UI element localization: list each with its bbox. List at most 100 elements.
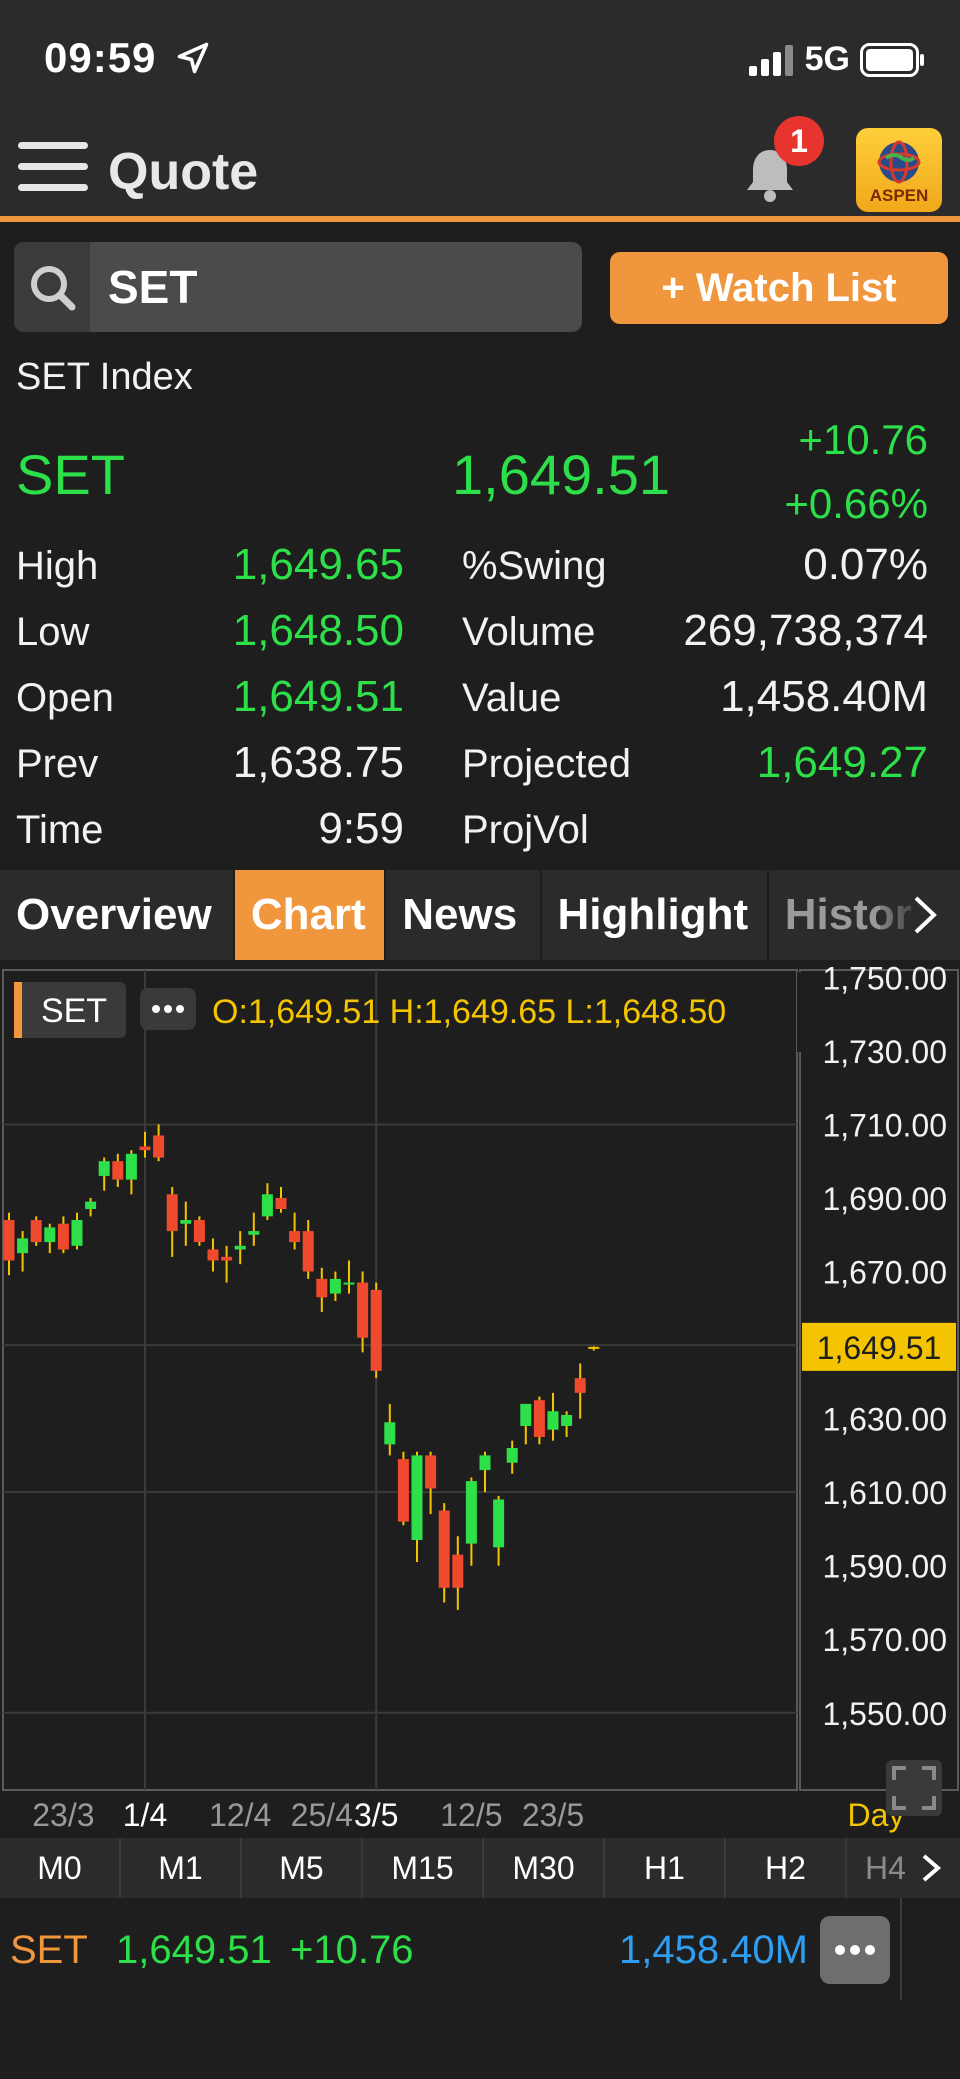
index-name: SET Index xyxy=(16,356,193,398)
search-input[interactable]: SET xyxy=(108,260,197,314)
stat-value: 269,738,374 xyxy=(683,606,928,655)
candle-body xyxy=(248,1231,260,1235)
x-tick-label: 12/4 xyxy=(209,1797,271,1833)
x-tick-label: 3/5 xyxy=(354,1797,398,1833)
search-icon xyxy=(31,266,76,311)
stat-label: %Swing xyxy=(462,544,607,588)
candle-body xyxy=(520,1403,532,1426)
tab-news[interactable]: News xyxy=(386,870,542,960)
candle-body xyxy=(452,1554,464,1588)
page-title: Quote xyxy=(108,143,259,201)
candlestick-chart[interactable]: 1,750.00 1,730.00 1,710.00 1,690.00 1,670.00… xyxy=(0,960,960,1838)
candle-body xyxy=(261,1194,273,1217)
chart-panel[interactable]: 1,750.00 1,730.00 1,710.00 1,690.00 1,670.00… xyxy=(0,960,960,1838)
chart-options-dot xyxy=(164,1005,172,1013)
timeframe-m15[interactable]: M15 xyxy=(363,1838,484,1898)
candle-body xyxy=(166,1194,178,1232)
chart-options-dot xyxy=(152,1005,160,1013)
x-tick-label: 23/5 xyxy=(522,1797,584,1833)
candle-body xyxy=(547,1411,559,1430)
stat-value: 1,648.50 xyxy=(232,606,404,655)
candle-body xyxy=(370,1289,382,1371)
tabs-scroll-right[interactable] xyxy=(880,870,960,960)
candle-body xyxy=(289,1231,301,1243)
chevron-right-icon xyxy=(914,896,937,934)
add-watchlist-button[interactable]: + Watch List xyxy=(610,252,948,324)
menu-icon[interactable] xyxy=(18,142,88,198)
timeframe-m1[interactable]: M1 xyxy=(121,1838,242,1898)
battery-icon xyxy=(860,42,924,77)
candle-body xyxy=(139,1146,151,1151)
logo-text: ASPEN xyxy=(869,186,929,205)
footer-symbol: SET xyxy=(10,1928,88,1972)
network-label: 5G xyxy=(804,40,850,78)
signal-icon xyxy=(748,44,793,76)
candle-body xyxy=(479,1455,491,1471)
candle-body xyxy=(180,1220,192,1224)
status-indicators: 5G xyxy=(748,40,926,79)
ohlc-clip xyxy=(797,972,801,1052)
candle-body xyxy=(343,1282,355,1285)
quote-tabs: Overview Chart News Highlight Histor xyxy=(0,870,960,960)
stat-label: Projected xyxy=(462,742,631,786)
candle-body xyxy=(153,1135,165,1158)
more-options-button[interactable] xyxy=(820,1916,890,1984)
timeframe-h2[interactable]: H2 xyxy=(726,1838,847,1898)
search-icon-box xyxy=(14,242,90,332)
stat-label: Prev xyxy=(16,742,99,786)
status-time: 09:59 xyxy=(44,34,211,82)
candle-body xyxy=(438,1510,450,1588)
timeframe-m30[interactable]: M30 xyxy=(484,1838,605,1898)
stat-value: 1,649.65 xyxy=(232,540,404,589)
candle-body xyxy=(425,1455,437,1489)
y-tick-label: 1,550.00 xyxy=(822,1696,947,1732)
timeframe-chevron-right-icon[interactable] xyxy=(900,1838,960,1898)
candle-body xyxy=(411,1455,423,1540)
candle-body xyxy=(125,1153,137,1180)
aspen-logo[interactable]: ASPEN xyxy=(856,128,942,212)
y-tick-label: 1,590.00 xyxy=(822,1549,947,1585)
candle-body xyxy=(397,1459,409,1522)
candle-body xyxy=(234,1245,246,1250)
candle-body xyxy=(302,1231,314,1272)
candle-body xyxy=(533,1400,545,1437)
candle-body xyxy=(17,1238,29,1254)
stat-label: High xyxy=(16,544,99,588)
stat-label: Volume xyxy=(462,610,596,654)
percent-change: +0.66% xyxy=(784,480,928,527)
x-tick-label: 25/4 xyxy=(291,1797,353,1833)
x-tick-label: 12/5 xyxy=(440,1797,502,1833)
timeframe-m5[interactable]: M5 xyxy=(242,1838,363,1898)
y-tick-label: 1,610.00 xyxy=(822,1475,947,1511)
bottom-area xyxy=(0,2000,960,2079)
candle-body xyxy=(85,1201,97,1210)
expand-icon[interactable] xyxy=(886,1760,942,1816)
ohlc-readout: O:1,649.51 H:1,649.65 L:1,648.50 xyxy=(212,993,726,1031)
candle-body xyxy=(588,1346,600,1349)
last-price: 1,649.51 xyxy=(452,443,670,506)
stat-label: Open xyxy=(16,676,114,720)
y-tick-label: 1,630.00 xyxy=(822,1402,947,1438)
tab-chart[interactable]: Chart xyxy=(234,870,387,960)
quote-symbol: SET xyxy=(16,443,125,506)
stat-value: 1,638.75 xyxy=(232,738,404,787)
timeframe-m0[interactable]: M0 xyxy=(0,1838,121,1898)
candle-body xyxy=(329,1278,341,1294)
candle-body xyxy=(493,1499,505,1548)
stat-value: 0.07% xyxy=(803,540,928,589)
tab-highlight[interactable]: Highlight xyxy=(542,870,769,960)
price-change: +10.76 xyxy=(798,416,928,463)
chart-options-dot xyxy=(176,1005,184,1013)
candle-body xyxy=(506,1448,518,1463)
symbol-search[interactable]: SET xyxy=(14,242,582,332)
symbol-chip-accent xyxy=(14,982,22,1038)
location-arrow-icon xyxy=(177,42,209,74)
footer-last: 1,649.51 xyxy=(116,1928,272,1972)
stat-value: 1,649.27 xyxy=(756,738,928,787)
candle-body xyxy=(316,1278,328,1298)
ticker-footer: SET 1,649.51 +10.76 1,458.40M xyxy=(0,1898,960,2000)
timeframe-h1[interactable]: H1 xyxy=(605,1838,726,1898)
candle-body xyxy=(465,1481,477,1544)
y-tick-label: 1,570.00 xyxy=(822,1622,947,1658)
tab-overview[interactable]: Overview xyxy=(0,870,235,960)
